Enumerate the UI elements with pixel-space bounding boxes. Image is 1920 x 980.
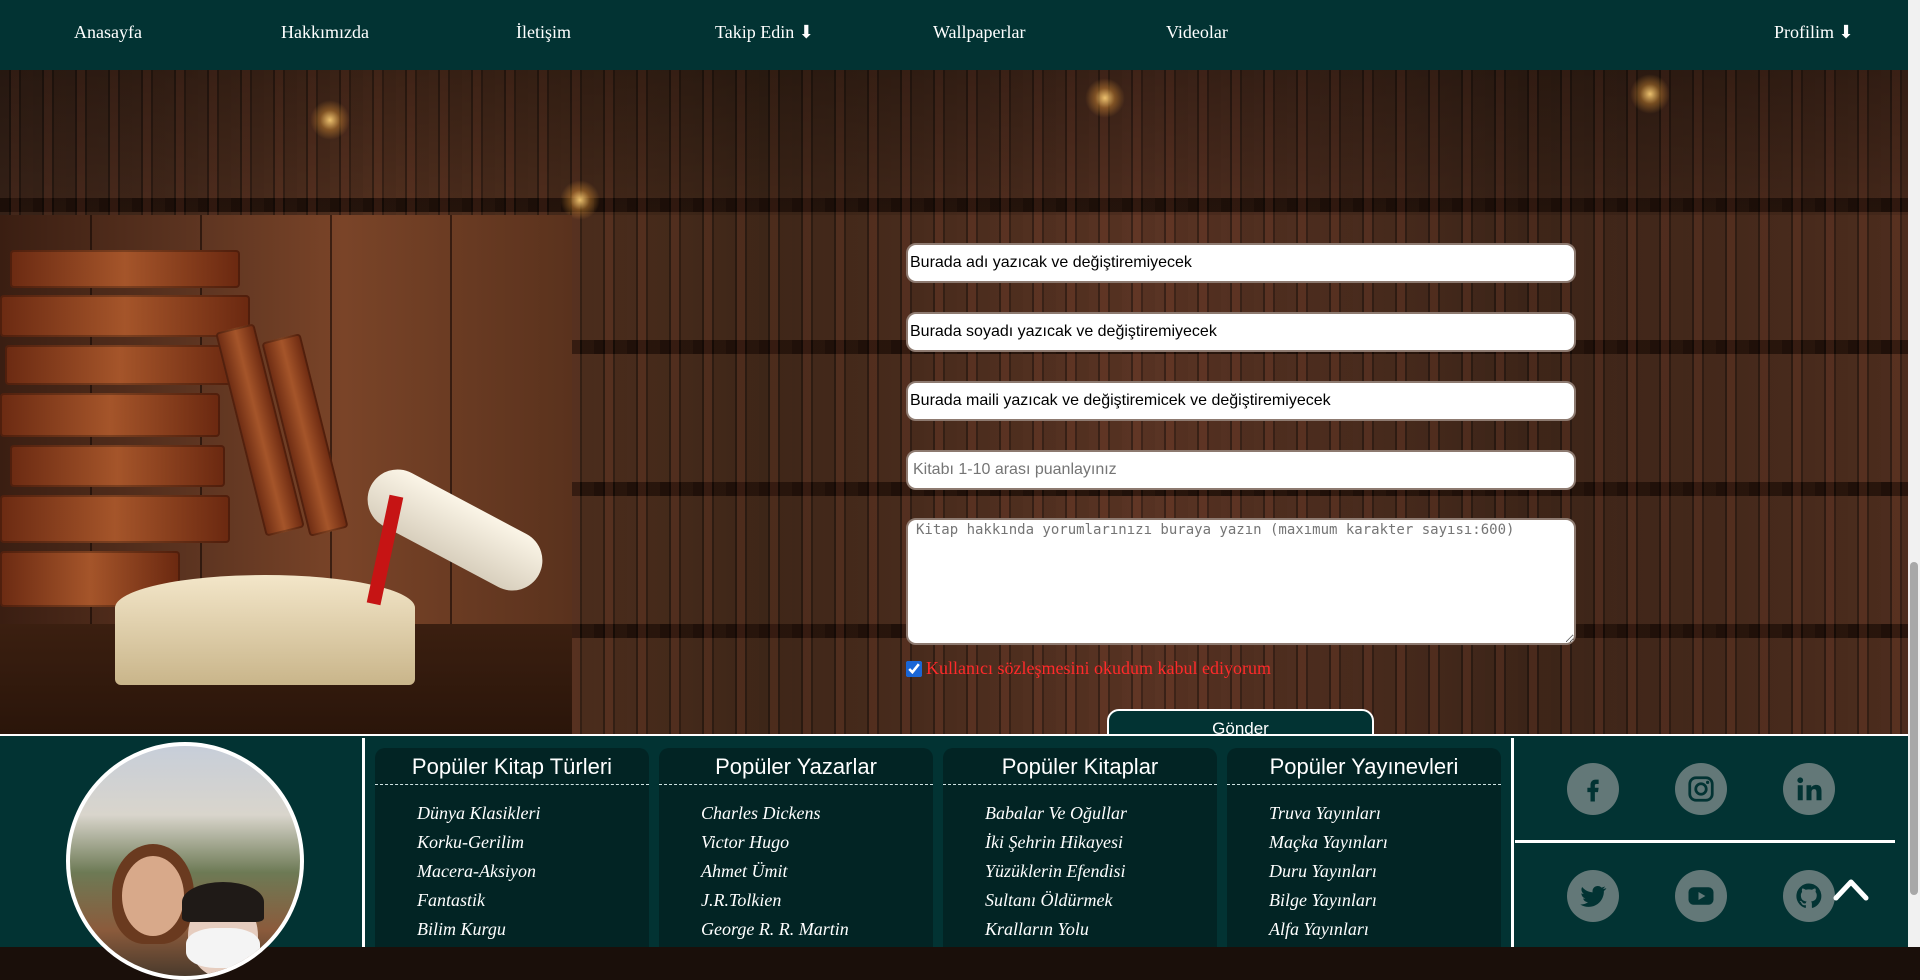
book-spine [10,445,225,487]
avatar [66,742,304,980]
facebook-icon[interactable] [1567,763,1619,815]
footer-link[interactable]: Sultanı Öldürmek [985,886,1217,915]
nav-about-link[interactable]: Hakkımızda [281,22,369,43]
footer-link[interactable]: Yüzüklerin Efendisi [985,857,1217,886]
scroll-to-top-icon[interactable] [1826,866,1876,906]
footer-link[interactable]: Fantastik [417,886,649,915]
book-spine [5,345,235,385]
footer-divider [362,738,365,947]
bookshelf-top-band [0,70,1908,215]
footer-link[interactable]: George R. R. Martin [701,915,933,944]
rating-input[interactable] [906,450,1576,490]
social-divider [1515,840,1895,843]
book-spine [0,295,250,337]
footer-divider [1511,738,1514,947]
nav-follow-dropdown[interactable]: Takip Edin ⬇ [715,22,814,43]
footer-column-authors: Popüler Yazarlar Charles Dickens Victor … [659,748,933,947]
linkedin-icon[interactable] [1783,763,1835,815]
footer-link[interactable]: J.R.Tolkien [701,886,933,915]
footer-link[interactable]: Duru Yayınları [1269,857,1501,886]
agreement-label: Kullanıcı sözleşmesini okudum kabul ediy… [926,658,1271,678]
top-navbar: Anasayfa Hakkımızda İletişim Takip Edin … [0,0,1908,70]
footer-link[interactable]: Ahmet Ümit [701,857,933,886]
footer-link[interactable]: Maçka Yayınları [1269,828,1501,857]
footer-column-title: Popüler Yazarlar [715,754,877,779]
nav-wallpapers-link[interactable]: Wallpaperlar [933,22,1026,43]
twitter-icon[interactable] [1567,870,1619,922]
footer-link[interactable]: Babalar Ve Oğullar [985,799,1217,828]
footer-link[interactable]: İki Şehrin Hikayesi [985,828,1217,857]
agreement-row: Kullanıcı sözleşmesini okudum kabul ediy… [906,658,1271,679]
footer-link[interactable]: Dünya Klasikleri [417,799,649,828]
candle-light [310,100,350,140]
footer-link[interactable]: Charles Dickens [701,799,933,828]
footer-column-books: Popüler Kitaplar Babalar Ve Oğullar İki … [943,748,1217,947]
footer-column-title: Popüler Kitaplar [1001,754,1159,779]
comment-textarea[interactable] [906,518,1576,645]
footer-column-title: Popüler Kitap Türleri [411,754,613,779]
footer-link[interactable]: Kralların Yolu [985,915,1217,944]
footer-link[interactable]: Alfa Yayınları [1269,915,1501,944]
book-spine [0,393,220,437]
nav-videos-link[interactable]: Videolar [1166,22,1228,43]
surname-field[interactable] [906,312,1576,352]
nav-profile-dropdown[interactable]: Profilim ⬇ [1774,22,1854,43]
footer-column-title: Popüler Yayınevleri [1269,754,1459,779]
instagram-icon[interactable] [1675,763,1727,815]
nav-contact-link[interactable]: İletişim [516,22,571,43]
footer-link[interactable]: Bilge Yayınları [1269,886,1501,915]
candle-light [560,180,600,220]
footer-column-genres: Popüler Kitap Türleri Dünya Klasikleri K… [375,748,649,947]
scrollbar-thumb[interactable] [1910,562,1918,895]
footer-link[interactable]: Bilim Kurgu [417,915,649,944]
footer-link[interactable]: Victor Hugo [701,828,933,857]
page-scrollbar[interactable] [1908,0,1920,947]
agreement-checkbox[interactable] [906,660,922,677]
candle-light [1630,74,1670,114]
email-field[interactable] [906,381,1576,421]
nav-home-link[interactable]: Anasayfa [74,22,142,43]
name-field[interactable] [906,243,1576,283]
candle-light [1085,78,1125,118]
footer-link[interactable]: Korku-Gerilim [417,828,649,857]
book-spine [0,495,230,543]
youtube-icon[interactable] [1675,870,1727,922]
footer-link[interactable]: Macera-Aksiyon [417,857,649,886]
footer-link[interactable]: Truva Yayınları [1269,799,1501,828]
book-spine [10,250,240,288]
footer-column-publishers: Popüler Yayınevleri Truva Yayınları Maçk… [1227,748,1501,947]
